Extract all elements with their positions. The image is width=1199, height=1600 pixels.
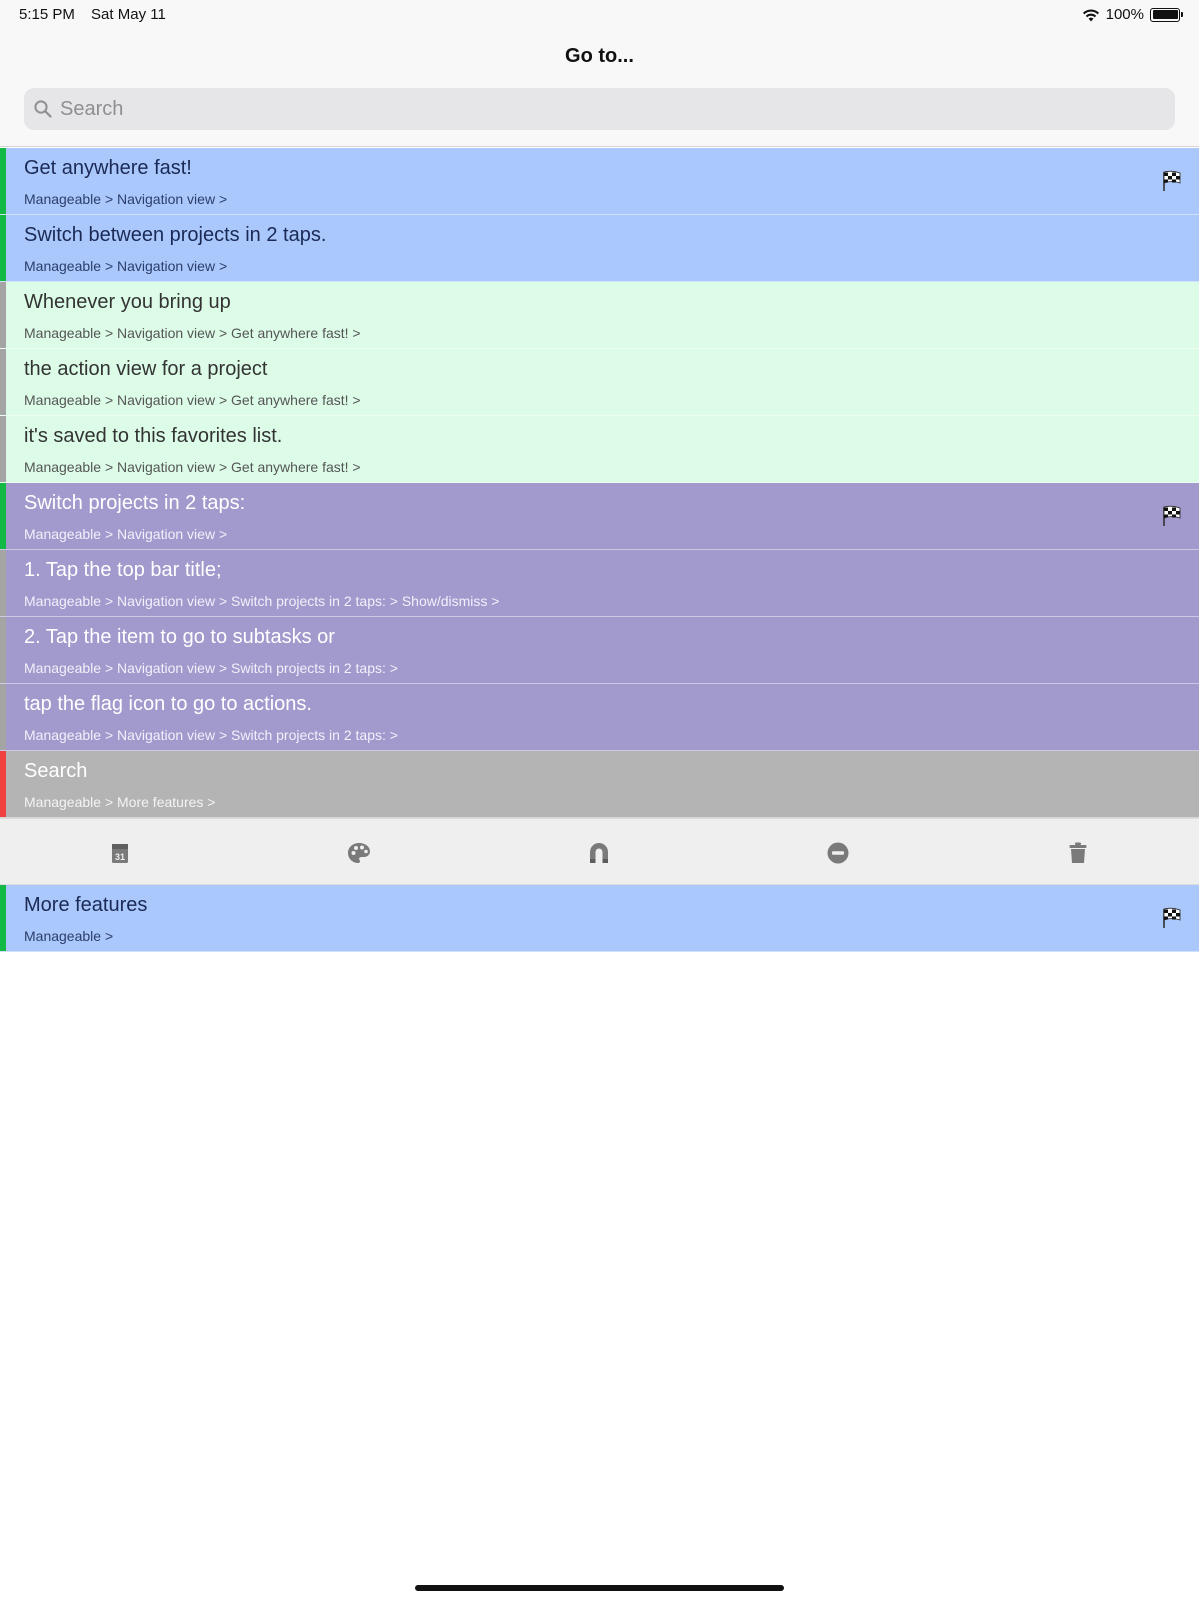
magnet-icon — [590, 843, 608, 863]
list-item[interactable]: Get anywhere fast! Manageable > Navigati… — [0, 148, 1199, 215]
item-title: tap the flag icon to go to actions. — [24, 693, 312, 715]
list-item[interactable]: 2. Tap the item to go to subtasks or Man… — [0, 617, 1199, 684]
list-item[interactable]: 1. Tap the top bar title; Manageable > N… — [0, 550, 1199, 617]
results-list: Get anywhere fast! Manageable > Navigati… — [0, 148, 1199, 952]
color-palette-button[interactable] — [345, 839, 373, 867]
color-bar — [0, 416, 6, 482]
battery-percent: 100% — [1105, 6, 1144, 23]
color-bar — [0, 550, 6, 616]
nav-header: Go to... — [0, 30, 1199, 147]
checkered-flag-icon[interactable] — [1161, 170, 1183, 192]
list-item[interactable]: More features Manageable > — [0, 885, 1199, 952]
item-title: Switch projects in 2 taps: — [24, 492, 246, 514]
item-title: More features — [24, 894, 148, 916]
row-action-toolbar: 31 — [0, 818, 1199, 885]
remove-button[interactable] — [824, 839, 852, 867]
item-path: Manageable > Navigation view > — [24, 526, 228, 542]
calendar-icon: 31 — [112, 844, 128, 863]
status-date: Sat May 11 — [91, 6, 166, 23]
item-path: Manageable > More features > — [24, 794, 216, 810]
item-title: Whenever you bring up — [24, 291, 231, 313]
item-path: Manageable > Navigation view > Switch pr… — [24, 660, 398, 676]
item-title: it's saved to this favorites list. — [24, 425, 283, 447]
item-path: Manageable > — [24, 928, 114, 944]
item-title: Search — [24, 760, 88, 782]
search-bar[interactable] — [24, 88, 1175, 130]
item-path: Manageable > Navigation view > — [24, 191, 228, 207]
battery-icon — [1150, 7, 1183, 22]
color-bar — [0, 483, 6, 549]
list-item[interactable]: Switch between projects in 2 taps. Manag… — [0, 215, 1199, 282]
item-path: Manageable > Navigation view > — [24, 258, 228, 274]
status-time: 5:15 PM — [19, 6, 75, 23]
svg-text:31: 31 — [115, 852, 125, 862]
search-input[interactable] — [60, 97, 1140, 121]
list-item[interactable]: the action view for a project Manageable… — [0, 349, 1199, 416]
item-title: Get anywhere fast! — [24, 157, 192, 179]
item-title: 2. Tap the item to go to subtasks or — [24, 626, 335, 648]
checkered-flag-icon[interactable] — [1161, 907, 1183, 929]
trash-icon — [1069, 842, 1087, 863]
calendar-button[interactable]: 31 — [106, 839, 134, 867]
magnet-button[interactable] — [585, 839, 613, 867]
palette-icon — [348, 843, 370, 863]
color-bar — [0, 148, 6, 214]
item-path: Manageable > Navigation view > Switch pr… — [24, 727, 398, 743]
color-bar — [0, 282, 6, 348]
search-icon — [34, 100, 52, 118]
list-item[interactable]: it's saved to this favorites list. Manag… — [0, 416, 1199, 483]
item-path: Manageable > Navigation view > Get anywh… — [24, 325, 361, 341]
status-right: 100% — [1082, 6, 1183, 23]
status-bar: 5:15 PM Sat May 11 100% — [0, 0, 1199, 30]
item-path: Manageable > Navigation view > Get anywh… — [24, 459, 361, 475]
item-title: the action view for a project — [24, 358, 268, 380]
wifi-icon — [1082, 8, 1099, 21]
color-bar — [0, 349, 6, 415]
list-item[interactable]: Whenever you bring up Manageable > Navig… — [0, 282, 1199, 349]
home-indicator[interactable] — [415, 1585, 784, 1591]
color-bar — [0, 617, 6, 683]
minus-circle-icon — [827, 842, 849, 864]
color-bar — [0, 751, 6, 817]
checkered-flag-icon[interactable] — [1161, 505, 1183, 527]
color-bar — [0, 215, 6, 281]
page-title: Go to... — [565, 45, 634, 67]
item-title: Switch between projects in 2 taps. — [24, 224, 327, 246]
status-left: 5:15 PM Sat May 11 — [19, 6, 178, 23]
list-item[interactable]: Switch projects in 2 taps: Manageable > … — [0, 483, 1199, 550]
item-path: Manageable > Navigation view > Switch pr… — [24, 593, 500, 609]
color-bar — [0, 885, 6, 951]
list-item-selected[interactable]: Search Manageable > More features > — [0, 751, 1199, 818]
list-item[interactable]: tap the flag icon to go to actions. Mana… — [0, 684, 1199, 751]
item-title: 1. Tap the top bar title; — [24, 559, 222, 581]
delete-button[interactable] — [1064, 839, 1092, 867]
item-path: Manageable > Navigation view > Get anywh… — [24, 392, 361, 408]
color-bar — [0, 684, 6, 750]
